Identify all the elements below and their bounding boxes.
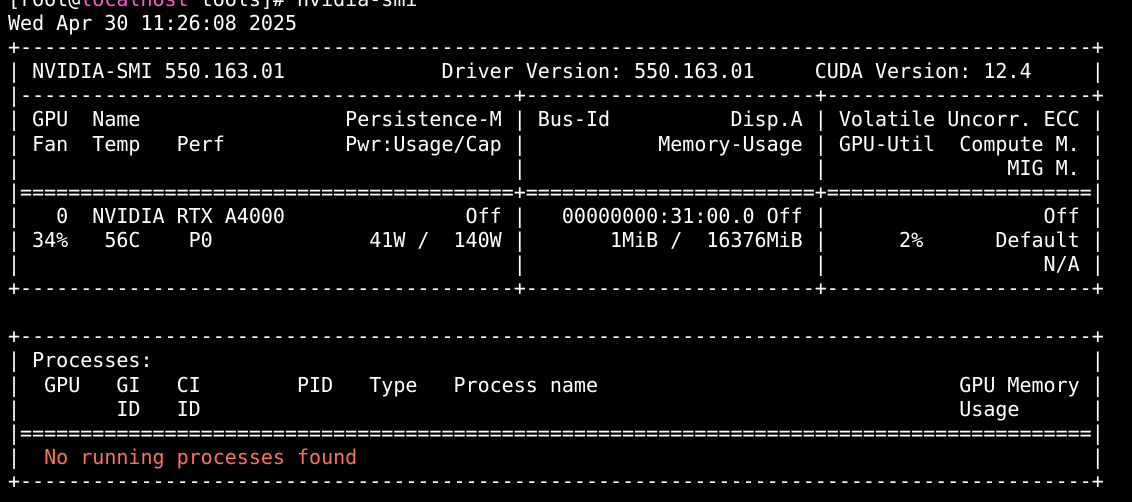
smi-separator-equals: |=======================================…	[8, 179, 1104, 204]
smi-line-3: |---------------------------------------…	[8, 83, 1104, 108]
smi-column-header-2: | Fan Temp Perf Pwr:Usage/Cap | Memory-U…	[8, 131, 1104, 156]
no-processes-prefix: |	[8, 444, 45, 469]
no-processes-message: No running processes found	[44, 444, 358, 469]
shell-prompt-line: [root@localhost tools]# nvidia-smi	[8, 0, 1132, 11]
processes-separator-equals: |=======================================…	[8, 420, 1104, 445]
prompt-path: tools]#	[189, 0, 297, 11]
prompt-user: root@	[20, 0, 80, 11]
gpu-row-1: | 0 NVIDIA RTX A4000 Off | 00000000:31:0…	[8, 203, 1104, 228]
smi-header-line: | NVIDIA-SMI 550.163.01 Driver Version: …	[8, 59, 1104, 84]
processes-column-header-2: | ID ID Usage |	[8, 396, 1104, 421]
gpu-row-3: | | | N/A |	[8, 252, 1104, 277]
smi-column-header-1: | GPU Name Persistence-M | Bus-Id Disp.A…	[8, 107, 1104, 132]
gpu-row-2: | 34% 56C P0 41W / 140W | 1MiB / 16376Mi…	[8, 227, 1104, 252]
timestamp-line: Wed Apr 30 11:26:08 2025	[8, 11, 297, 36]
smi-column-header-3: | | | MIG M. |	[8, 155, 1104, 180]
no-processes-suffix: |	[357, 444, 1104, 469]
processes-table-bottom: +---------------------------------------…	[8, 468, 1104, 493]
terminal-window[interactable]: [root@localhost tools]# nvidia-smi Wed A…	[0, 0, 1132, 502]
smi-line-1: +---------------------------------------…	[8, 35, 1104, 60]
smi-gpu-table-bottom: +---------------------------------------…	[8, 276, 1104, 301]
prompt-bracket: [	[8, 0, 20, 11]
command-text: nvidia-smi	[297, 0, 417, 11]
no-processes-line: | No running processes found |	[8, 445, 1132, 469]
processes-table-top: +---------------------------------------…	[8, 324, 1104, 349]
processes-column-header-1: | GPU GI CI PID Type Process name GPU Me…	[8, 372, 1104, 397]
prompt-hostname: localhost	[80, 0, 188, 11]
processes-title: | Processes: |	[8, 348, 1104, 373]
